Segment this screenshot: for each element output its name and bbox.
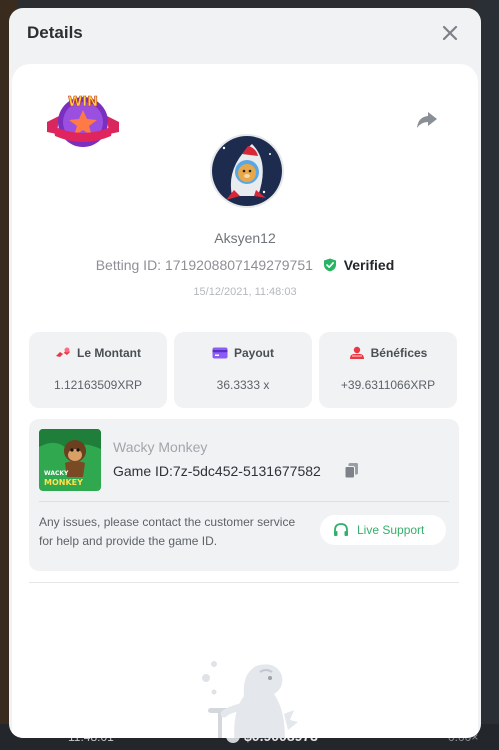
betting-id-row: Betting ID: 1719208807149279751 Verified	[12, 257, 478, 273]
stat-head-profit: Bénéfices	[319, 346, 457, 360]
support-issues-text: Any issues, please contact the customer …	[39, 515, 296, 548]
verified-label: Verified	[343, 257, 395, 273]
stat-head-amount: Le Montant	[29, 346, 167, 360]
wacky-monkey-thumbnail-icon: WACKY MONKEY	[39, 429, 101, 491]
coins-icon	[56, 347, 70, 357]
win-badge-icon: WIN	[47, 95, 119, 147]
dinosaur-empty-state-icon	[202, 661, 298, 738]
doge-rocket-avatar-icon	[212, 136, 282, 206]
share-button[interactable]	[416, 110, 438, 130]
verified-shield-icon	[323, 258, 336, 272]
stat-card-payout: Payout 36.3333 x	[174, 332, 312, 408]
stat-value-amount: 1.12163509XRP	[53, 378, 143, 392]
game-card-divider	[39, 501, 449, 502]
modal-title: Details	[27, 23, 83, 42]
live-support-label: Live Support	[357, 523, 425, 537]
stat-value-profit: +39.6311066XRP	[340, 378, 436, 392]
bet-details-panel: WIN Aksyen12 Betting ID: 171920880714927…	[12, 64, 478, 738]
game-thumbnail[interactable]: WACKY MONKEY	[39, 429, 101, 491]
share-icon	[417, 112, 437, 128]
stat-label-payout: Payout	[233, 346, 274, 360]
modal-header: Details	[9, 8, 481, 60]
details-modal: Details WIN Aksyen12 Betting ID: 1719208…	[9, 8, 481, 738]
stat-value-payout: 36.3333 x	[216, 378, 270, 392]
game-name: Wacky Monkey	[113, 439, 208, 455]
headset-icon	[334, 523, 348, 536]
stat-card-profit: Bénéfices +39.6311066XRP	[319, 332, 457, 408]
close-icon	[442, 25, 458, 41]
game-card: WACKY MONKEY Wacky Monkey Game ID:7z-5dc…	[29, 419, 459, 571]
game-id: Game ID:7z-5dc452-5131677582	[113, 463, 321, 479]
bet-timestamp: 15/12/2021, 11:48:03	[193, 286, 297, 298]
profit-icon	[349, 346, 364, 359]
win-badge-text: WIN	[68, 95, 98, 110]
live-support-button[interactable]: Live Support	[320, 515, 446, 545]
card-icon	[212, 347, 228, 359]
stat-label-profit: Bénéfices	[370, 346, 428, 360]
username: Aksyen12	[214, 230, 276, 246]
betting-id: Betting ID: 1719208807149279751	[95, 257, 313, 273]
copy-icon	[344, 463, 358, 479]
game-thumb-text-1: WACKY	[44, 470, 69, 477]
stat-card-amount: Le Montant 1.12163509XRP	[29, 332, 167, 408]
game-thumb-text-2: MONKEY	[44, 478, 83, 487]
copy-game-id-button[interactable]	[344, 462, 359, 479]
close-button[interactable]	[437, 20, 463, 46]
content-divider	[29, 582, 459, 583]
avatar	[210, 134, 284, 208]
stat-label-amount: Le Montant	[77, 346, 141, 360]
stat-head-payout: Payout	[174, 346, 312, 360]
